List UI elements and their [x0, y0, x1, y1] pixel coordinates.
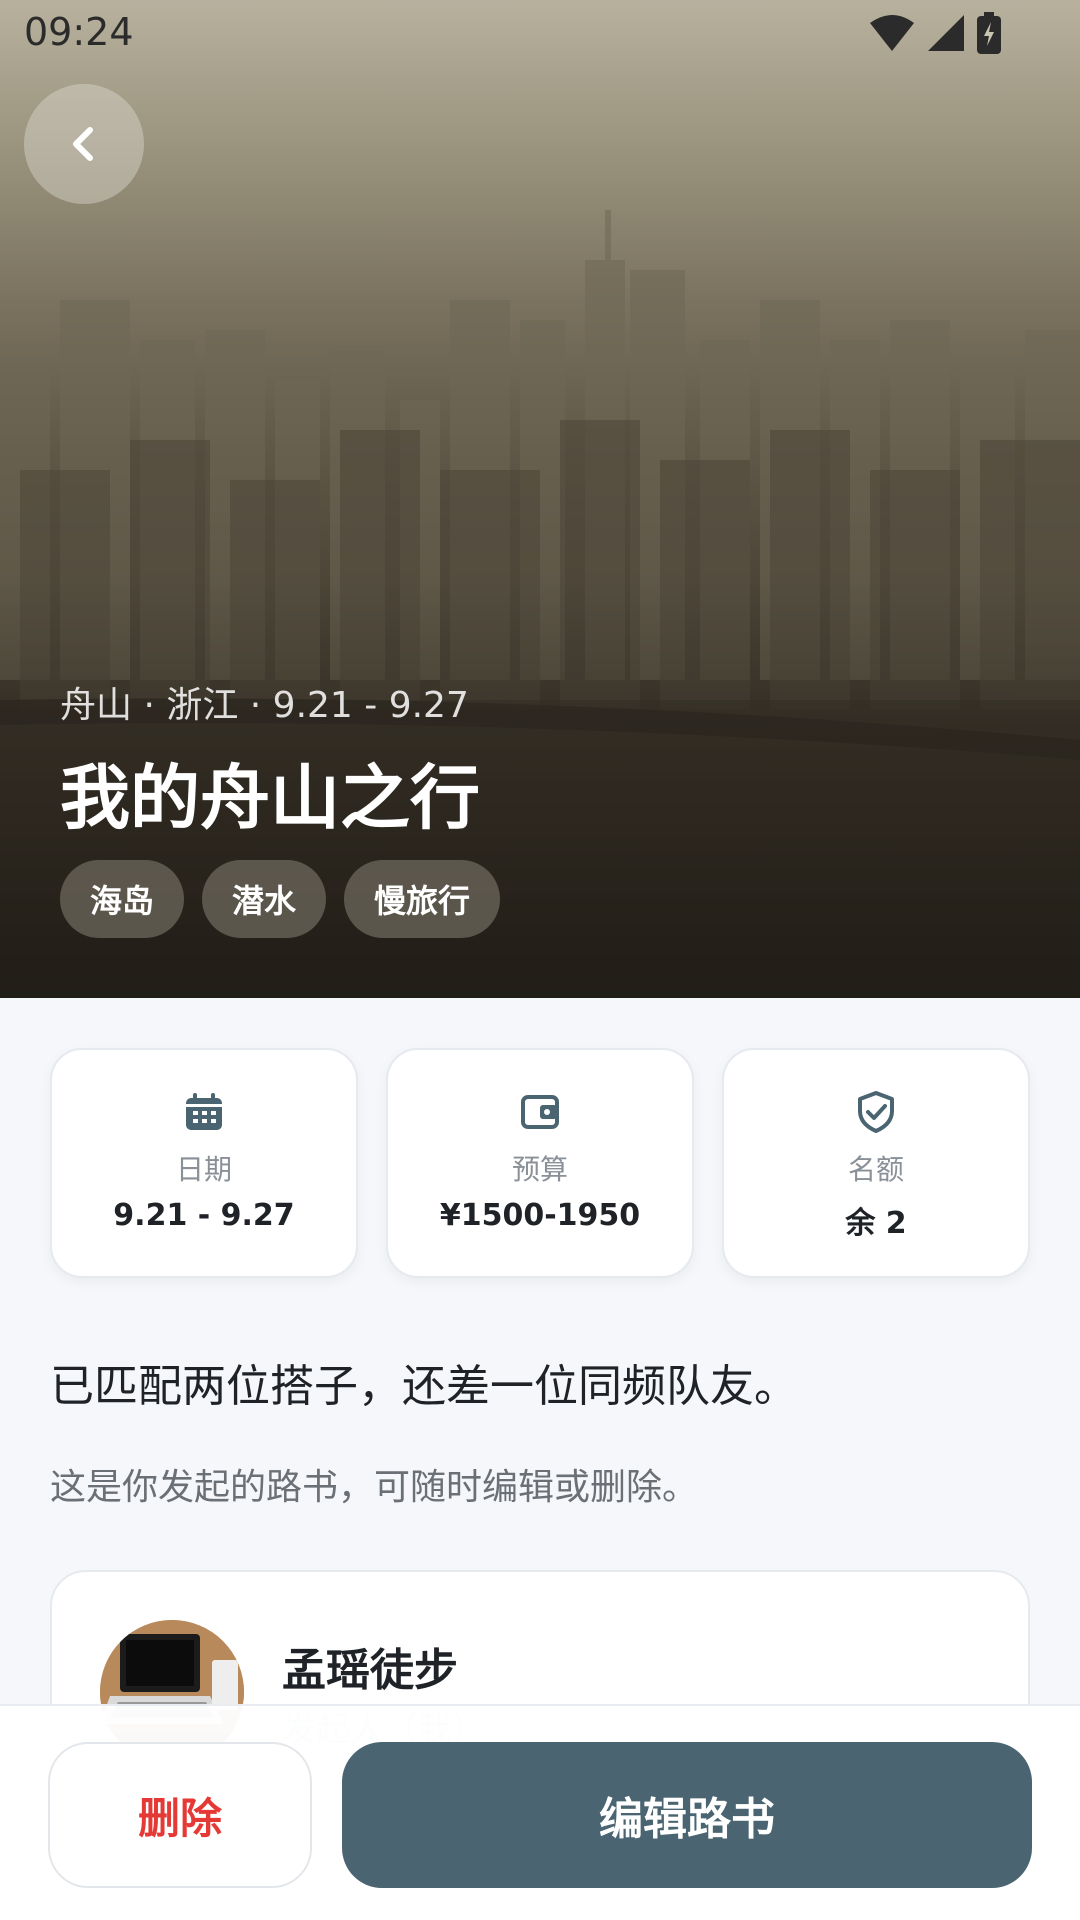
cellular-signal-icon [928, 15, 964, 51]
stat-date-value: 9.21 - 9.27 [113, 1198, 295, 1233]
stat-budget-value: ¥1500-1950 [439, 1198, 641, 1233]
stat-slots-card: 名额 余 2 [722, 1048, 1030, 1278]
status-bar: 09:24 [0, 0, 1080, 70]
hero-image [0, 0, 1080, 998]
chevron-left-icon [73, 127, 93, 161]
tag-diving[interactable]: 潜水 [202, 860, 327, 938]
stat-date-label: 日期 [175, 1153, 232, 1186]
stat-slots-value: 余 2 [845, 1206, 907, 1241]
delete-button[interactable]: 删除 [48, 1742, 312, 1888]
page-title: 我的舟山之行 [60, 757, 480, 839]
stat-budget-label: 预算 [511, 1153, 568, 1186]
stat-date-card: 日期 9.21 - 9.27 [50, 1048, 358, 1278]
status-time: 09:24 [24, 10, 134, 54]
tag-list: 海岛 潜水 慢旅行 [60, 860, 501, 938]
stat-slots-label: 名额 [847, 1153, 904, 1186]
tag-island[interactable]: 海岛 [60, 860, 185, 938]
tag-slow-travel[interactable]: 慢旅行 [344, 860, 501, 938]
wifi-icon [870, 15, 914, 51]
owner-hint-text: 这是你发起的路书，可随时编辑或删除。 [50, 1467, 699, 1508]
calendar-icon [186, 1093, 222, 1130]
back-button[interactable] [24, 84, 144, 204]
wallet-icon [521, 1095, 559, 1129]
stat-budget-card: 预算 ¥1500-1950 [386, 1048, 694, 1278]
battery-icon [977, 12, 1001, 54]
edit-itinerary-button[interactable]: 编辑路书 [342, 1742, 1032, 1888]
match-status-text: 已匹配两位搭子，还差一位同频队友。 [50, 1361, 798, 1412]
shield-check-icon [858, 1091, 894, 1133]
trip-location-dates: 舟山 · 浙江 · 9.21 - 9.27 [60, 685, 469, 726]
bottom-action-bar: 删除 编辑路书 [0, 1704, 1080, 1920]
organizer-name: 孟瑶徒步 [282, 1645, 458, 1696]
trip-stats: 日期 9.21 - 9.27 预算 ¥1500-1950 名额 余 2 [50, 1048, 1030, 1278]
